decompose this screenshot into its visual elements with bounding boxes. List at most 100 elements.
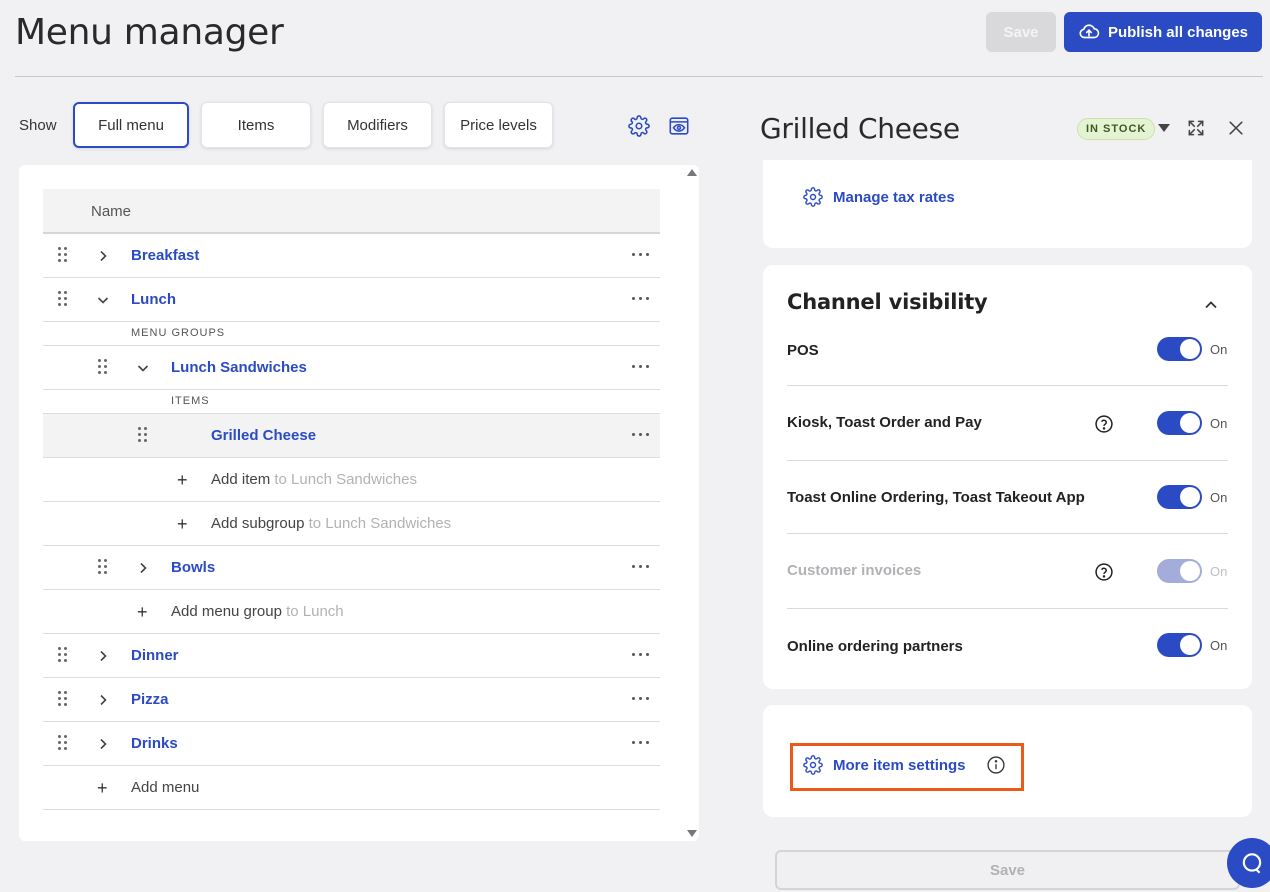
page-title: Menu manager <box>15 12 284 53</box>
add-item-row[interactable]: + Add item to Lunch Sandwiches <box>43 458 660 502</box>
add-menu-link[interactable]: Add menu <box>131 779 199 796</box>
tree-row-lunch[interactable]: Lunch <box>43 278 660 322</box>
expand-icon[interactable] <box>1184 116 1208 140</box>
caret-down-icon[interactable] <box>1158 124 1170 132</box>
publish-label: Publish all changes <box>1107 23 1249 41</box>
add-item-link[interactable]: Add item to Lunch Sandwiches <box>211 471 417 488</box>
chevron-up-icon[interactable] <box>1201 295 1221 315</box>
items-section: ITEMS <box>43 390 660 414</box>
tab-modifiers[interactable]: Modifiers <box>323 102 432 148</box>
header-divider <box>15 76 1263 77</box>
close-icon[interactable] <box>1224 116 1248 140</box>
group-name-bowls[interactable]: Bowls <box>171 559 215 576</box>
show-label: Show <box>19 117 57 134</box>
menu-groups-label: MENU GROUPS <box>131 327 226 339</box>
channel-label: Customer invoices <box>787 562 922 579</box>
drag-handle-icon[interactable] <box>58 691 68 709</box>
chevron-right-icon[interactable] <box>95 248 111 264</box>
tree-row-dinner[interactable]: Dinner <box>43 634 660 678</box>
drag-handle-icon[interactable] <box>58 247 68 265</box>
drag-handle-icon[interactable] <box>138 427 148 445</box>
more-options-icon[interactable] <box>632 253 650 257</box>
chevron-down-icon[interactable] <box>135 360 151 376</box>
menu-name-pizza[interactable]: Pizza <box>131 691 169 708</box>
channel-visibility-card: Channel visibility POS On Kiosk, Toast O… <box>763 265 1252 689</box>
manage-tax-rates-label: Manage tax rates <box>833 188 955 206</box>
help-question-icon[interactable] <box>1094 562 1114 582</box>
more-options-icon[interactable] <box>632 433 650 437</box>
menu-name-lunch[interactable]: Lunch <box>131 291 176 308</box>
channel-toggle[interactable] <box>1157 485 1202 509</box>
toggle-state: On <box>1210 342 1228 357</box>
footer-save-button[interactable]: Save <box>775 850 1240 890</box>
help-question-icon[interactable] <box>1094 414 1114 434</box>
more-options-icon[interactable] <box>632 297 650 301</box>
add-menu-group-link[interactable]: Add menu group to Lunch <box>171 603 344 620</box>
tab-full-menu[interactable]: Full menu <box>73 102 189 148</box>
drag-handle-icon[interactable] <box>58 291 68 309</box>
tab-price-levels[interactable]: Price levels <box>444 102 553 148</box>
more-options-icon[interactable] <box>632 565 650 569</box>
add-menu-group-row[interactable]: + Add menu group to Lunch <box>43 590 660 634</box>
channel-toggle[interactable] <box>1157 337 1202 361</box>
scroll-down-arrow[interactable] <box>687 830 697 837</box>
tree-row-drinks[interactable]: Drinks <box>43 722 660 766</box>
stock-status-badge[interactable]: IN STOCK <box>1077 118 1156 140</box>
header-save-button[interactable]: Save <box>986 12 1056 52</box>
channel-row-online-ordering: Toast Online Ordering, Toast Takeout App… <box>787 461 1228 534</box>
drag-handle-icon[interactable] <box>58 735 68 753</box>
more-options-icon[interactable] <box>632 741 650 745</box>
item-name-grilled-cheese[interactable]: Grilled Cheese <box>211 427 316 444</box>
toggle-state: On <box>1210 416 1228 431</box>
tree-row-breakfast[interactable]: Breakfast <box>43 234 660 278</box>
group-name-lunch-sandwiches[interactable]: Lunch Sandwiches <box>171 359 307 376</box>
item-detail-title: Grilled Cheese <box>760 112 960 145</box>
cloud-upload-icon <box>1079 24 1100 39</box>
toggle-state: On <box>1210 638 1228 653</box>
toggle-state: On <box>1210 490 1228 505</box>
menu-name-breakfast[interactable]: Breakfast <box>131 247 199 264</box>
chat-support-icon[interactable] <box>1227 838 1270 888</box>
tree-row-lunch-sandwiches[interactable]: Lunch Sandwiches <box>43 346 660 390</box>
drag-handle-icon[interactable] <box>98 559 108 577</box>
add-subgroup-link[interactable]: Add subgroup to Lunch Sandwiches <box>211 515 451 532</box>
preview-eye-icon[interactable] <box>667 114 691 138</box>
channel-row-kiosk: Kiosk, Toast Order and Pay On <box>787 386 1228 461</box>
menu-name-dinner[interactable]: Dinner <box>131 647 179 664</box>
chevron-right-icon[interactable] <box>95 736 111 752</box>
channel-toggle <box>1157 559 1202 583</box>
chevron-right-icon[interactable] <box>95 648 111 664</box>
channel-visibility-title: Channel visibility <box>787 290 988 314</box>
channel-row-online-partners: Online ordering partners On <box>787 609 1228 679</box>
manage-tax-rates-link[interactable]: Manage tax rates <box>803 187 955 207</box>
settings-gear-icon[interactable] <box>627 114 651 138</box>
add-subgroup-row[interactable]: + Add subgroup to Lunch Sandwiches <box>43 502 660 546</box>
add-menu-row[interactable]: + Add menu <box>43 766 660 810</box>
drag-handle-icon[interactable] <box>98 359 108 377</box>
channel-row-pos: POS On <box>787 325 1228 386</box>
menu-groups-section: MENU GROUPS <box>43 322 660 346</box>
toggle-state: On <box>1210 564 1228 579</box>
menu-tree-panel: Name Breakfast Lunch MENU GROUPS Lunch S… <box>19 165 699 841</box>
channel-toggle[interactable] <box>1157 633 1202 657</box>
chevron-right-icon[interactable] <box>135 560 151 576</box>
chevron-right-icon[interactable] <box>95 692 111 708</box>
gear-icon <box>803 187 823 207</box>
more-options-icon[interactable] <box>632 365 650 369</box>
scroll-up-arrow[interactable] <box>687 169 697 176</box>
more-options-icon[interactable] <box>632 653 650 657</box>
plus-icon: + <box>177 514 188 534</box>
tree-row-bowls[interactable]: Bowls <box>43 546 660 590</box>
items-label: ITEMS <box>171 395 210 407</box>
drag-handle-icon[interactable] <box>58 647 68 665</box>
name-column-label: Name <box>91 203 132 220</box>
tax-card: Manage tax rates <box>763 160 1252 248</box>
more-options-icon[interactable] <box>632 697 650 701</box>
channel-toggle[interactable] <box>1157 411 1202 435</box>
tree-row-pizza[interactable]: Pizza <box>43 678 660 722</box>
publish-all-changes-button[interactable]: Publish all changes <box>1064 12 1262 52</box>
menu-name-drinks[interactable]: Drinks <box>131 735 178 752</box>
tree-row-grilled-cheese[interactable]: Grilled Cheese <box>43 414 660 458</box>
tab-items[interactable]: Items <box>201 102 311 148</box>
chevron-down-icon[interactable] <box>95 292 111 308</box>
